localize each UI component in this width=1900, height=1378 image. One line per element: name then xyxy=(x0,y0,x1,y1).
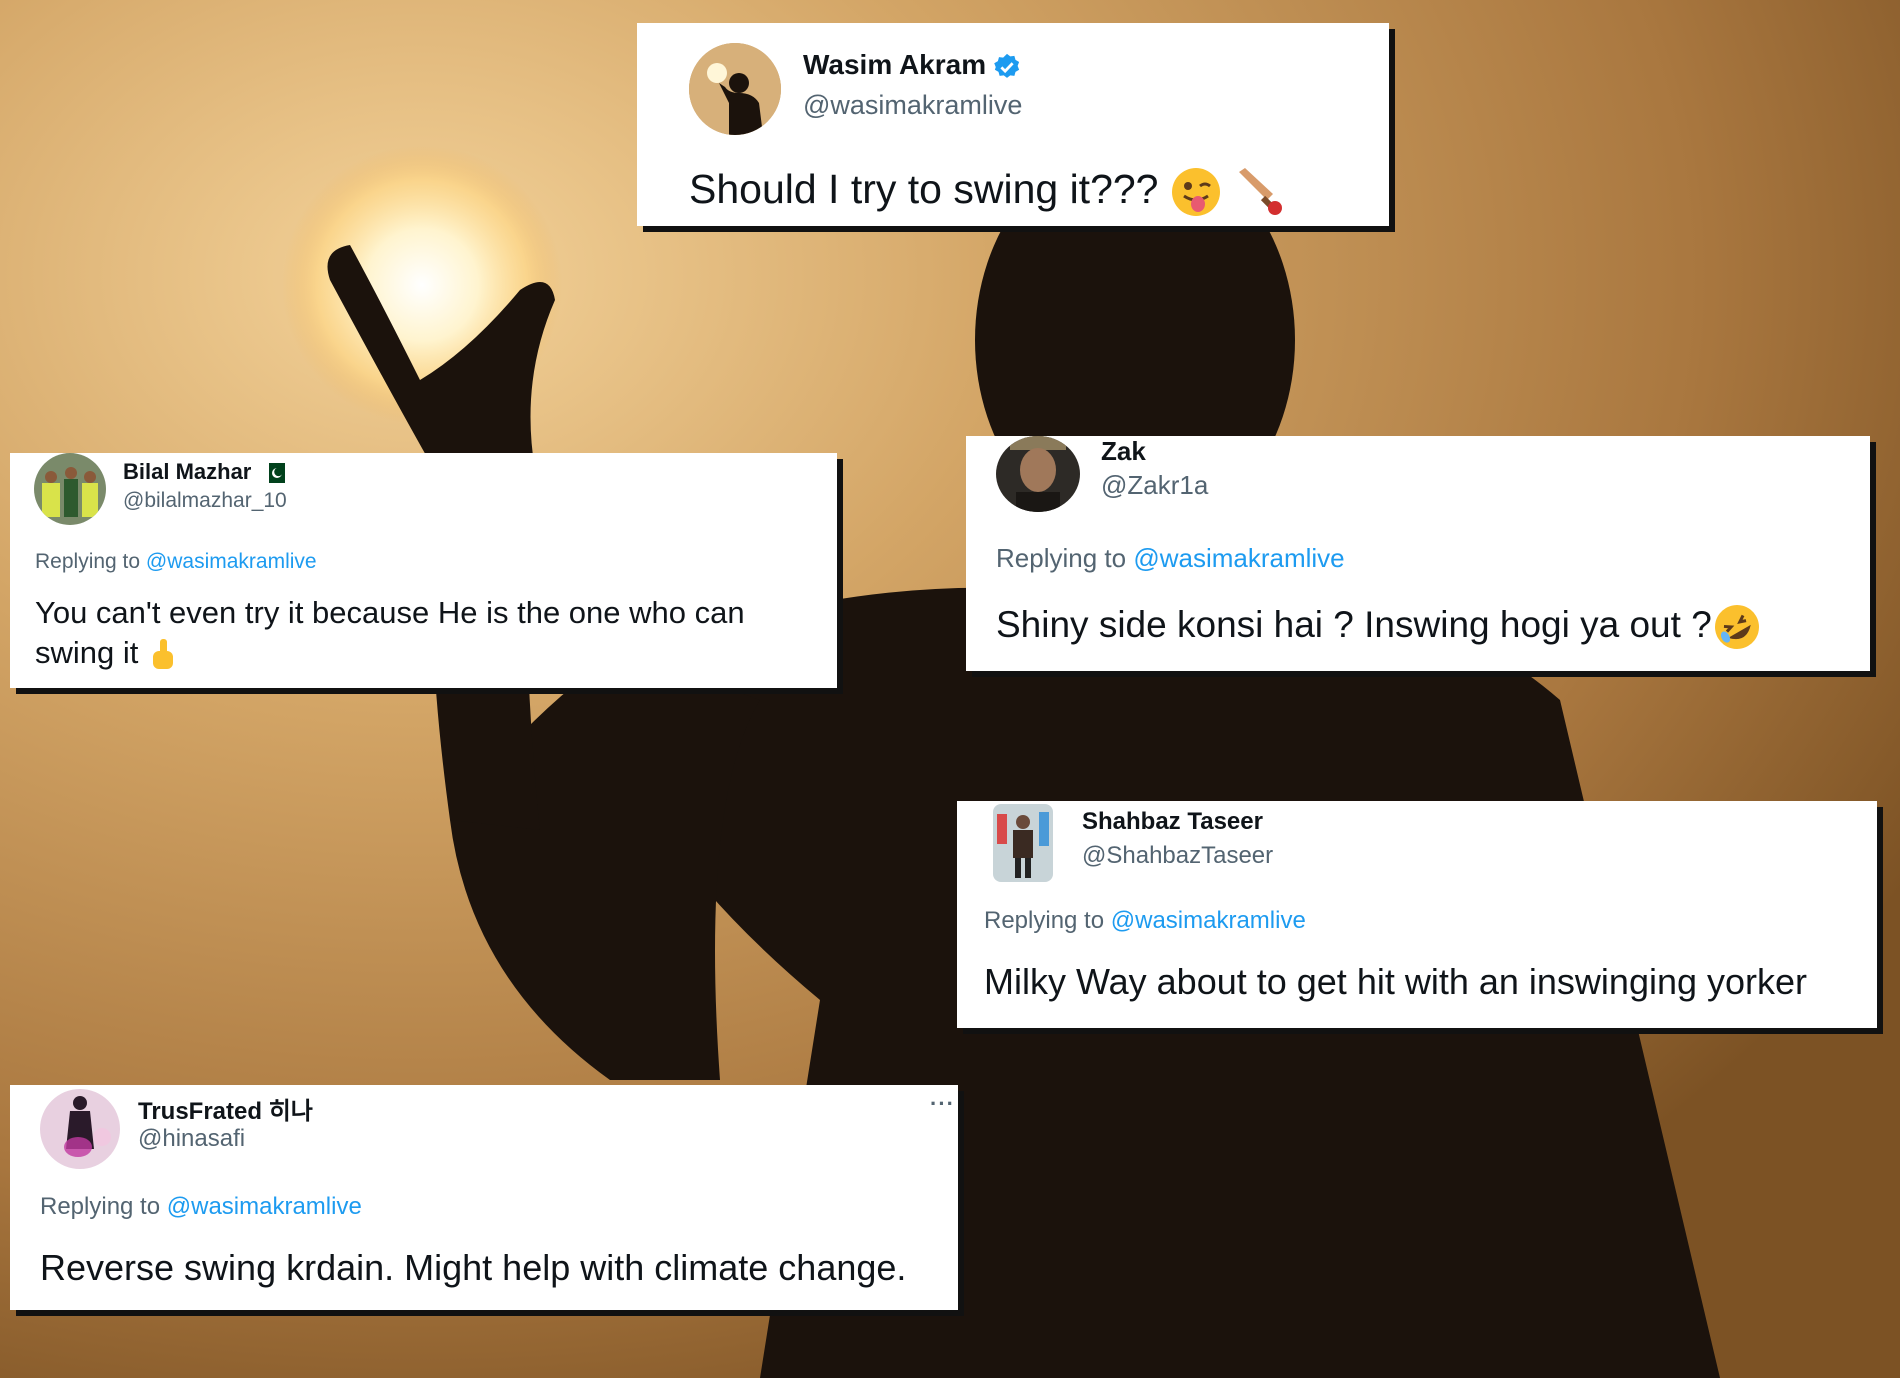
cricket-bat-emoji xyxy=(1239,168,1283,216)
pakistan-flag-icon xyxy=(263,463,286,484)
more-options-button[interactable]: ··· xyxy=(930,1091,955,1117)
replying-to-label: Replying to xyxy=(40,1193,161,1220)
tweet-shahbaz-taseer[interactable]: Shahbaz Taseer @ShahbazTaseer Replying t… xyxy=(957,801,1877,1028)
replying-to: Replying to @wasimakramlive xyxy=(984,907,1306,935)
mention-link[interactable]: @wasimakramlive xyxy=(1111,907,1306,934)
replying-to: Replying to @wasimakramlive xyxy=(35,550,317,574)
tweet-wasim-akram[interactable]: Wasim Akram @wasimakramlive Should I try… xyxy=(637,23,1389,226)
winking-tongue-face-emoji xyxy=(1171,168,1220,217)
tweet-text-content: You can't even try it because He is the … xyxy=(35,595,745,671)
avatar[interactable] xyxy=(689,43,781,135)
avatar[interactable] xyxy=(996,436,1080,512)
verified-badge-icon xyxy=(994,53,1020,78)
replying-to-label: Replying to xyxy=(35,550,141,573)
display-name[interactable]: TrusFrated 히나 xyxy=(138,1091,313,1126)
tweet-text-content: Should I try to swing it??? xyxy=(689,166,1159,212)
mention-link[interactable]: @wasimakramlive xyxy=(146,550,317,573)
rolling-on-floor-laughing-emoji xyxy=(1714,605,1759,650)
avatar-silhouette-icon xyxy=(689,43,781,135)
tweet-text: Reverse swing krdain. Might help with cl… xyxy=(40,1247,907,1288)
index-pointing-up-emoji xyxy=(153,639,173,670)
tweet-text: Milky Way about to get hit with an inswi… xyxy=(984,961,1808,1002)
mention-link[interactable]: @wasimakramlive xyxy=(167,1193,362,1220)
handle[interactable]: @ShahbazTaseer xyxy=(1082,842,1273,870)
replying-to: Replying to @wasimakramlive xyxy=(996,543,1345,574)
replying-to-label: Replying to xyxy=(984,907,1105,934)
handle[interactable]: @hinasafi xyxy=(138,1125,245,1153)
display-name[interactable]: Shahbaz Taseer xyxy=(1082,808,1263,836)
tweet-text: Shiny side konsi hai ? Inswing hogi ya o… xyxy=(996,601,1762,652)
avatar[interactable] xyxy=(993,804,1053,882)
display-name-text: Bilal Mazhar xyxy=(123,459,252,484)
avatar-person-icon xyxy=(993,804,1053,882)
tweet-bilal-mazhar[interactable]: Bilal Mazhar @bilalmazhar_10 Replying to… xyxy=(10,453,837,688)
display-name-text: Wasim Akram xyxy=(803,49,987,80)
mention-link[interactable]: @wasimakramlive xyxy=(1133,543,1344,573)
replying-to-label: Replying to xyxy=(996,543,1127,573)
tweet-text: Should I try to swing it??? xyxy=(689,163,1285,218)
tweet-text-content: Shiny side konsi hai ? Inswing hogi ya o… xyxy=(996,604,1712,645)
avatar-portrait-icon xyxy=(996,436,1080,512)
display-name[interactable]: Zak xyxy=(1101,436,1146,467)
tweet-zak[interactable]: Zak @Zakr1a Replying to @wasimakramlive … xyxy=(966,436,1870,671)
avatar[interactable] xyxy=(40,1089,120,1169)
display-name[interactable]: Bilal Mazhar xyxy=(123,459,286,485)
tweet-trusfrated[interactable]: TrusFrated 히나 @hinasafi ··· Replying to … xyxy=(10,1085,958,1310)
display-name[interactable]: Wasim Akram xyxy=(803,49,1022,82)
avatar[interactable] xyxy=(34,453,106,525)
handle[interactable]: @Zakr1a xyxy=(1101,470,1208,501)
handle[interactable]: @bilalmazhar_10 xyxy=(123,489,287,513)
handle[interactable]: @wasimakramlive xyxy=(803,90,1022,121)
avatar-group-photo-icon xyxy=(34,453,106,525)
avatar-photo-icon xyxy=(40,1089,120,1169)
replying-to: Replying to @wasimakramlive xyxy=(40,1193,362,1221)
tweet-text: You can't even try it because He is the … xyxy=(35,593,825,674)
